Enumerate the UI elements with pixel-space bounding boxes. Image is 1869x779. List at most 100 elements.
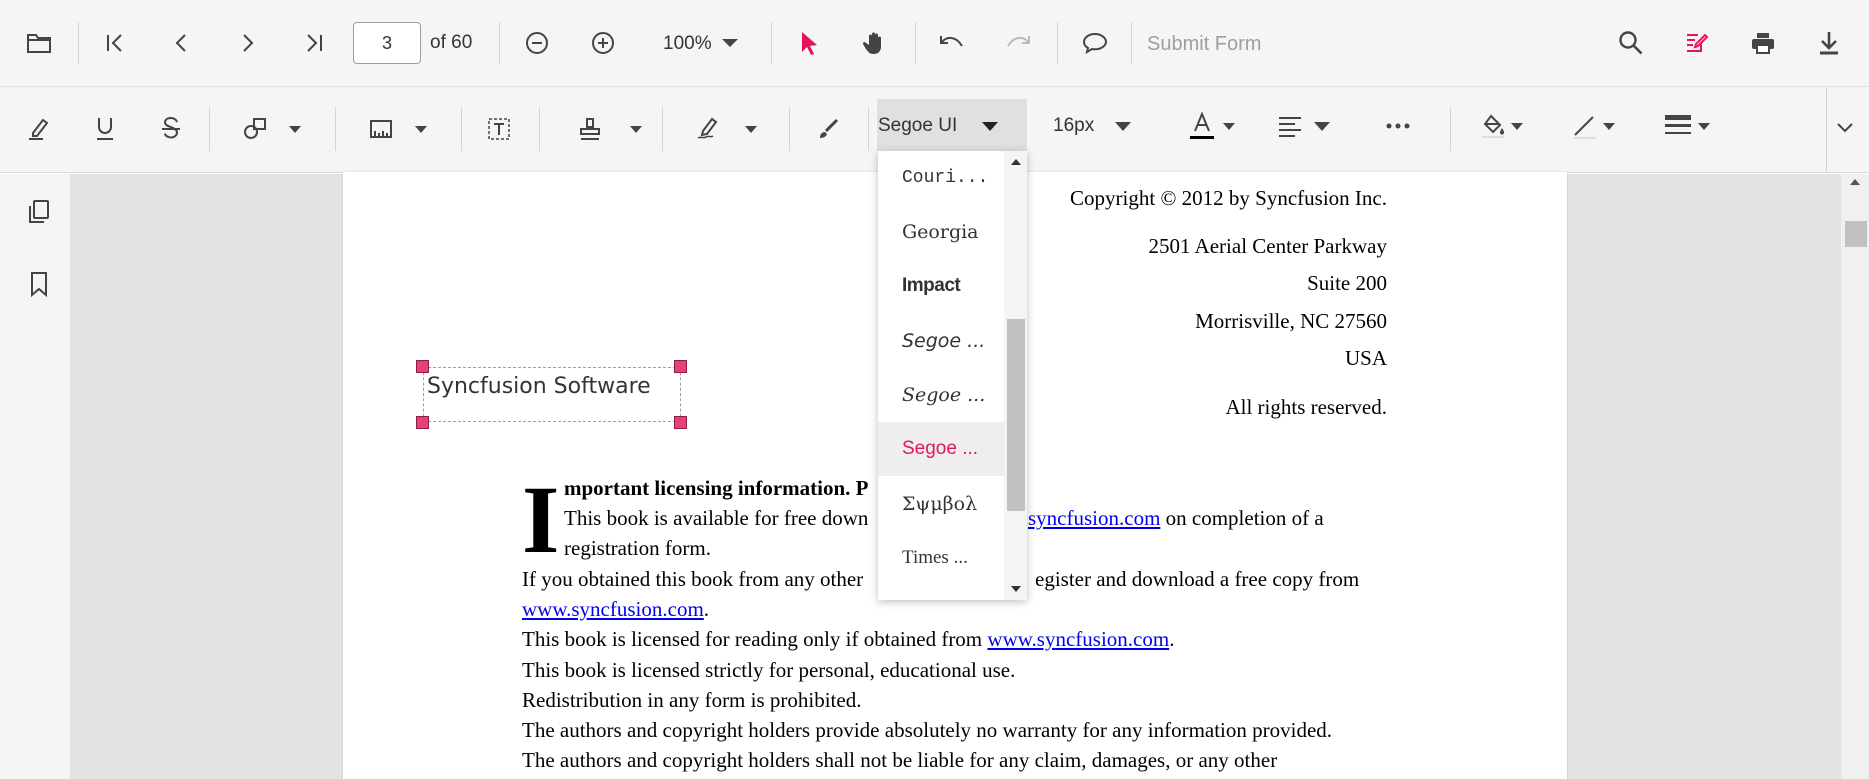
separator (662, 107, 663, 151)
strikethrough-icon[interactable] (149, 107, 193, 151)
signature-chevron-down-icon[interactable] (731, 107, 771, 151)
open-folder-icon[interactable] (17, 21, 61, 65)
line-thickness-chevron-down-icon[interactable] (1686, 104, 1722, 148)
font-list-scroll-down-icon[interactable] (1004, 582, 1027, 596)
scroll-up-arrow-icon[interactable] (1833, 172, 1869, 192)
separator (539, 107, 540, 151)
stamp-chevron-down-icon[interactable] (616, 107, 656, 151)
font-option[interactable]: Segoe ... (878, 314, 1004, 368)
zoom-chevron-down-icon[interactable] (708, 21, 752, 65)
font-option-selected[interactable]: Segoe ... (878, 422, 1004, 476)
page-thumbnails-icon[interactable] (17, 190, 61, 234)
search-icon[interactable] (1609, 21, 1653, 65)
font-option[interactable]: Impact (878, 259, 1004, 313)
resize-handle[interactable] (674, 360, 687, 373)
zoom-out-icon[interactable] (515, 21, 559, 65)
paragraph-text: syncfusion.com on completion of a (1028, 506, 1324, 530)
calibrate-icon[interactable] (359, 107, 403, 151)
viewer-scrollbar[interactable] (1841, 174, 1869, 779)
separator (335, 107, 336, 151)
address-line: USA (1344, 346, 1387, 370)
text-select-cursor-icon[interactable] (787, 21, 831, 65)
font-size-chevron-down-icon[interactable] (1101, 104, 1145, 148)
paragraph-text: The authors and copyright holders provid… (522, 718, 1333, 742)
last-page-icon[interactable] (292, 21, 336, 65)
collapse-toolbar-chevron-icon[interactable] (1823, 106, 1867, 150)
dropcap-letter: I (522, 466, 560, 573)
paragraph-text: egister and download a free copy from (1035, 567, 1360, 591)
paragraph-text: This book is available for free down (564, 506, 869, 530)
separator (499, 22, 500, 64)
paragraph-text: www.syncfusion.com. (522, 597, 710, 621)
paragraph-text: mportant licensing information. P (564, 476, 869, 500)
next-page-icon[interactable] (225, 21, 269, 65)
font-color-chevron-down-icon[interactable] (1211, 104, 1247, 148)
font-option[interactable]: Couri... (878, 151, 1004, 205)
paragraph-text: This book is licensed for reading only i… (522, 627, 1175, 651)
separator (1057, 22, 1058, 64)
stamp-icon[interactable] (568, 107, 612, 151)
separator (1450, 107, 1451, 151)
annotation-text[interactable]: Syncfusion Software (427, 374, 651, 399)
syncfusion-link[interactable]: www.syncfusion.com (987, 627, 1169, 651)
address-line: Suite 200 (1307, 271, 1387, 295)
paragraph-text: If you obtained this book from any other (522, 567, 864, 591)
page-count-label: of 60 (430, 32, 473, 53)
font-option[interactable]: Σψμβολ (878, 477, 1004, 531)
text-align-chevron-down-icon[interactable] (1304, 104, 1340, 148)
stroke-color-chevron-down-icon[interactable] (1591, 104, 1627, 148)
ink-brush-icon[interactable] (806, 107, 850, 151)
separator (771, 22, 772, 64)
font-family-list: Couri... Georgia Impact Segoe ... Segoe … (878, 151, 1027, 600)
resize-handle[interactable] (674, 416, 687, 429)
font-option[interactable]: Georgia (878, 205, 1004, 259)
fill-color-chevron-down-icon[interactable] (1499, 104, 1535, 148)
zoom-in-icon[interactable] (581, 21, 625, 65)
font-family-label: Segoe UI (878, 115, 958, 136)
pan-hand-icon[interactable] (853, 21, 897, 65)
highlight-icon[interactable] (17, 107, 61, 151)
separator (868, 107, 869, 151)
zoom-level-dropdown[interactable]: 100% (663, 33, 712, 55)
bookmark-icon[interactable] (17, 262, 61, 306)
copyright-text: Copyright © 2012 by Syncfusion Inc. (1070, 186, 1387, 210)
syncfusion-link[interactable]: www.syncfusion.com (522, 597, 704, 621)
shapes-icon[interactable] (233, 107, 277, 151)
free-text-icon[interactable] (477, 107, 521, 151)
more-options-icon[interactable] (1376, 104, 1420, 148)
paragraph-text: The authors and copyright holders shall … (522, 748, 1278, 772)
signature-icon[interactable] (687, 107, 731, 151)
font-size-dropdown[interactable]: 16px (1053, 115, 1094, 137)
left-sidebar (0, 174, 71, 779)
page-number-input[interactable] (353, 22, 421, 64)
font-family-chevron-down-icon[interactable] (968, 104, 1012, 148)
first-page-icon[interactable] (93, 21, 137, 65)
font-option[interactable]: Segoe ... (878, 368, 1004, 422)
viewer-scrollbar-thumb[interactable] (1845, 221, 1867, 247)
redo-icon[interactable] (996, 21, 1040, 65)
address-line: 2501 Aerial Center Parkway (1148, 234, 1387, 258)
paragraph-text: Redistribution in any form is prohibited… (522, 688, 862, 712)
separator (1131, 22, 1132, 64)
address-line: Morrisville, NC 27560 (1195, 309, 1387, 333)
submit-form-button[interactable]: Submit Form (1147, 33, 1261, 56)
print-icon[interactable] (1741, 21, 1785, 65)
download-icon[interactable] (1807, 21, 1851, 65)
undo-icon[interactable] (930, 21, 974, 65)
shapes-chevron-down-icon[interactable] (275, 107, 315, 151)
font-list-scrollbar-thumb[interactable] (1007, 319, 1025, 511)
previous-page-icon[interactable] (160, 21, 204, 65)
syncfusion-link[interactable]: syncfusion.com (1028, 506, 1160, 530)
font-option[interactable]: Times ... (878, 531, 1004, 585)
resize-handle[interactable] (416, 416, 429, 429)
calibrate-chevron-down-icon[interactable] (401, 107, 441, 151)
edit-annotation-icon[interactable] (1675, 21, 1719, 65)
font-list-scroll-up-icon[interactable] (1004, 155, 1027, 169)
resize-handle[interactable] (416, 360, 429, 373)
separator (789, 107, 790, 151)
main-toolbar: of 60 100% Submit Form (0, 0, 1869, 87)
paragraph-text: registration form. (564, 536, 711, 560)
underline-icon[interactable] (83, 107, 127, 151)
separator (915, 22, 916, 64)
comment-icon[interactable] (1073, 21, 1117, 65)
